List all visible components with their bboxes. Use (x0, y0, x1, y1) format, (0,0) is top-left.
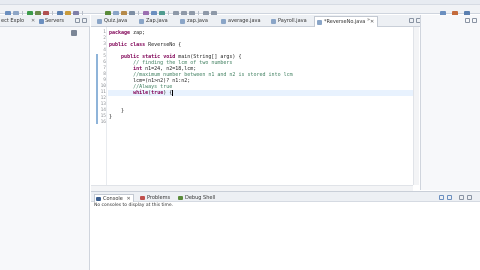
servers-icon (39, 19, 44, 24)
open-console-icon[interactable] (447, 195, 452, 200)
main-toolbar (0, 5, 480, 18)
view-menu-icon[interactable] (71, 30, 77, 36)
tab-servers-label: Servers (45, 18, 65, 24)
tab-servers[interactable]: Servers (39, 17, 64, 26)
text-caret (172, 90, 174, 96)
tab-payroll-java[interactable]: Payroll.java (269, 16, 307, 27)
maximize-icon[interactable] (467, 195, 472, 200)
console-icon (96, 197, 101, 201)
tab-problems-label: Problems (147, 195, 171, 201)
console-empty-message: No consoles to display at this time. (94, 203, 174, 208)
code-line[interactable]: package zap; (109, 30, 145, 36)
tab-debug-shell-label: Debug Shell (185, 195, 216, 201)
outline-panel (420, 15, 480, 190)
code-line[interactable]: public class ReverseNo { (109, 42, 181, 48)
console-tab-bar: Console ✕ Problems Debug Shell (91, 191, 480, 202)
tab-console[interactable]: Console ✕ (94, 194, 134, 202)
tab-zap-java[interactable]: Zap.java (137, 16, 168, 27)
line-number-gutter: 1 2 3 4 5 6 7 8 9 10 11 12 13 14 15 16 (91, 27, 107, 185)
maximize-icon[interactable] (472, 18, 477, 23)
java-file-icon (221, 19, 226, 24)
minimize-icon[interactable] (465, 18, 470, 23)
java-file-icon (139, 19, 144, 24)
close-icon[interactable]: ✕ (31, 17, 35, 26)
tab-zap-lower-java[interactable]: zap.java (178, 16, 208, 27)
minimize-icon[interactable] (409, 18, 414, 23)
console-output[interactable]: No consoles to display at this time. (91, 202, 480, 270)
tab-project-explorer[interactable]: ect Explo (1, 17, 24, 26)
pin-console-icon[interactable] (439, 195, 444, 200)
java-file-icon (180, 19, 185, 24)
tab-label: average.java (228, 18, 261, 24)
java-file-icon (317, 20, 322, 25)
java-file-icon (271, 19, 276, 24)
tab-problems[interactable]: Problems (139, 194, 170, 202)
tab-debug-shell[interactable]: Debug Shell (177, 194, 215, 202)
minimize-icon[interactable] (459, 195, 464, 200)
maximize-icon[interactable] (82, 18, 87, 23)
problems-icon (140, 196, 145, 200)
tab-label: zap.java (187, 18, 208, 24)
minimize-icon[interactable] (75, 18, 80, 23)
tab-label: *ReverseNo.java (324, 19, 366, 25)
left-panel-tabs: ect Explo ✕ Servers (0, 15, 90, 27)
tab-label: Quiz.java (104, 18, 128, 24)
tab-average-java[interactable]: average.java (219, 16, 261, 27)
tab-label: Zap.java (146, 18, 168, 24)
debug-shell-icon (178, 196, 183, 200)
project-explorer-panel: ect Explo ✕ Servers (0, 15, 90, 270)
code-editor[interactable]: 1 2 3 4 5 6 7 8 9 10 11 12 13 14 15 16 p… (91, 27, 413, 185)
line-number: 16 (100, 120, 106, 125)
more-tabs-icon[interactable]: » (367, 17, 372, 23)
tab-quiz-java[interactable]: Quiz.java (95, 16, 127, 27)
code-line[interactable]: while(true) { (109, 90, 174, 96)
vertical-scrollbar[interactable] (413, 27, 419, 185)
code-line[interactable]: } (109, 114, 112, 120)
tab-label: Payroll.java (278, 18, 307, 24)
java-file-icon (97, 19, 102, 24)
